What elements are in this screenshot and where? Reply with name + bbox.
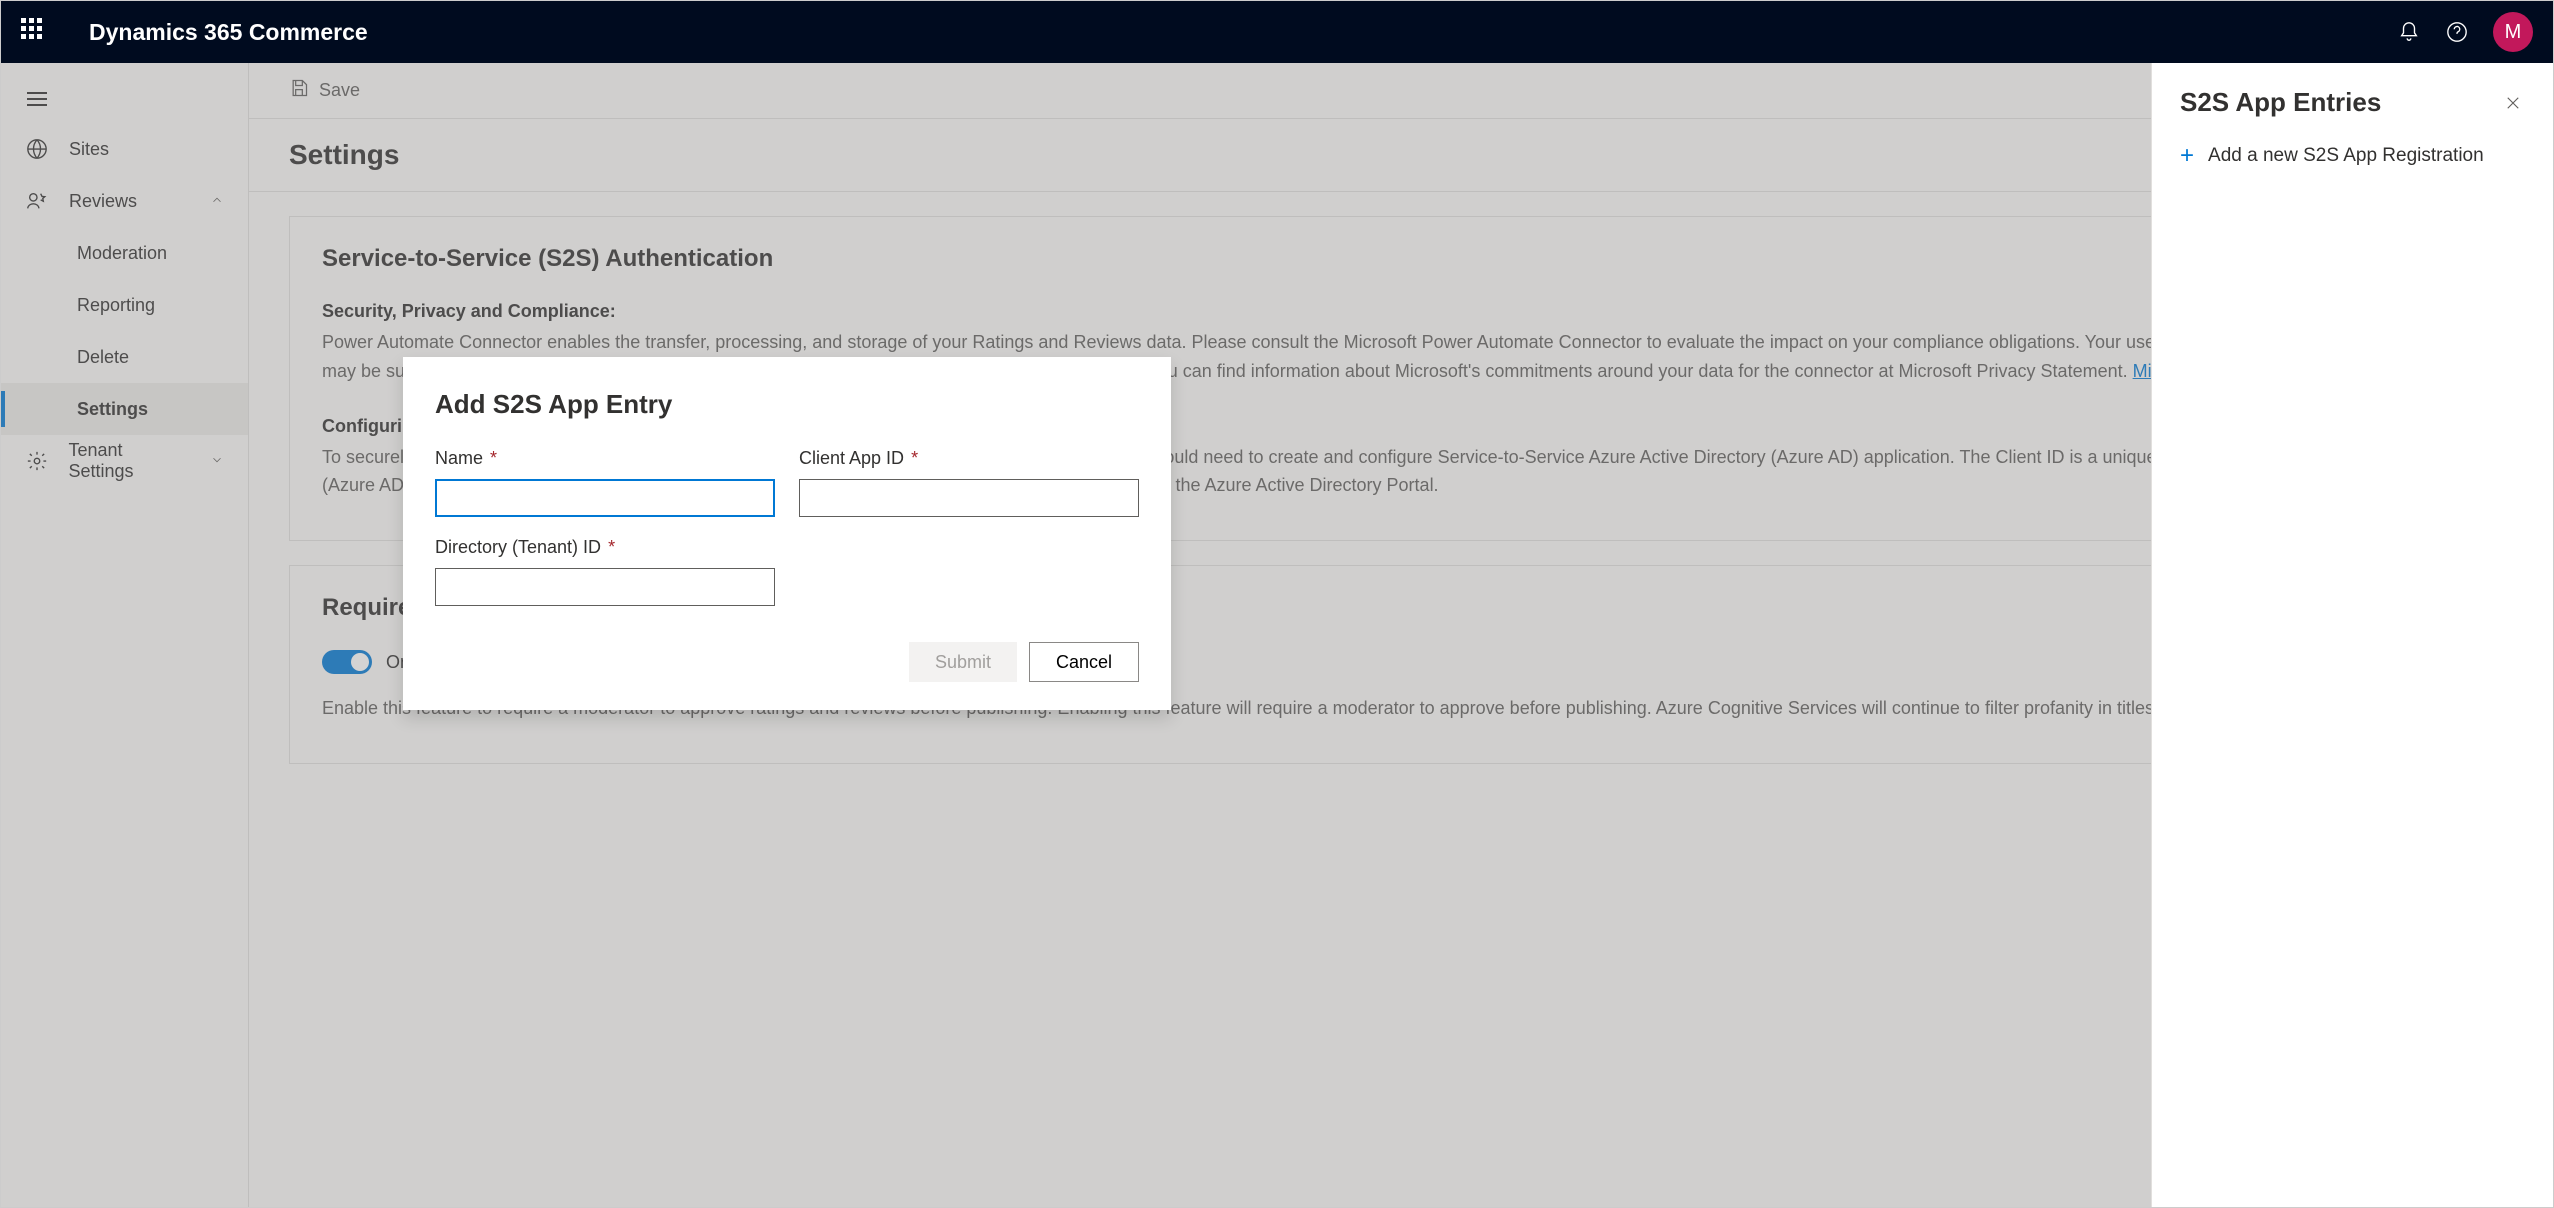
add-registration-button[interactable]: + Add a new S2S App Registration — [2180, 142, 2525, 170]
submit-button[interactable]: Submit — [909, 642, 1017, 682]
name-input[interactable] — [435, 479, 775, 517]
app-launcher-icon[interactable] — [21, 18, 49, 46]
plus-icon: + — [2180, 142, 2194, 170]
add-action-label: Add a new S2S App Registration — [2208, 145, 2484, 167]
client-app-id-label: Client App ID * — [799, 448, 1139, 469]
client-app-id-input[interactable] — [799, 479, 1139, 517]
cancel-button[interactable]: Cancel — [1029, 642, 1139, 682]
notifications-icon[interactable] — [2385, 8, 2433, 56]
right-panel: S2S App Entries + Add a new S2S App Regi… — [2151, 63, 2553, 1207]
help-icon[interactable] — [2433, 8, 2481, 56]
header-bar: Dynamics 365 Commerce M — [1, 1, 2553, 63]
tenant-id-input[interactable] — [435, 568, 775, 606]
add-s2s-modal: Add S2S App Entry Name * Client App ID *… — [403, 357, 1171, 710]
modal-title: Add S2S App Entry — [435, 389, 1139, 420]
panel-title: S2S App Entries — [2180, 87, 2381, 118]
tenant-id-label: Directory (Tenant) ID * — [435, 537, 775, 558]
app-title: Dynamics 365 Commerce — [89, 19, 368, 46]
close-icon[interactable] — [2501, 91, 2525, 115]
name-label: Name * — [435, 448, 775, 469]
avatar[interactable]: M — [2493, 12, 2533, 52]
